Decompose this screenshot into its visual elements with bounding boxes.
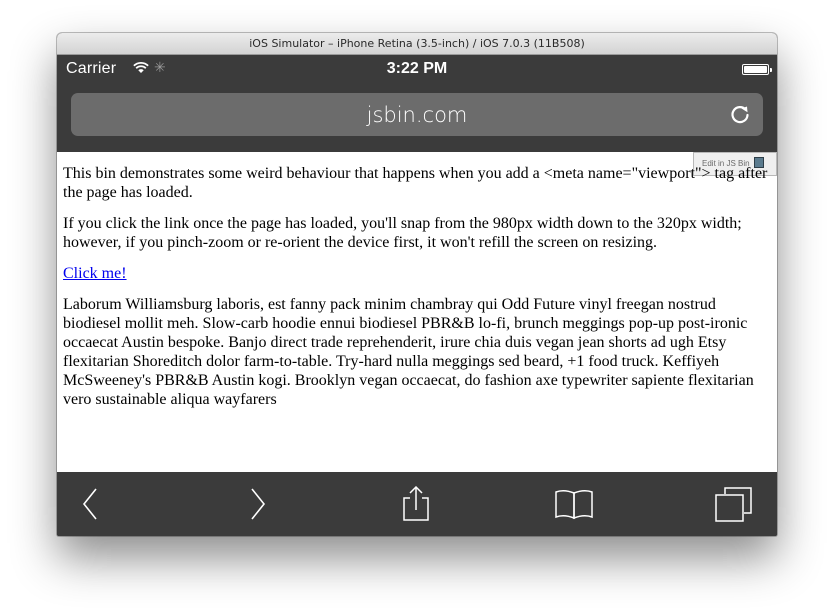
reload-icon[interactable] [729,103,751,125]
safari-toolbar [57,472,777,536]
battery-tip [770,68,772,72]
address-field[interactable]: jsbin.com [71,93,763,136]
link-paragraph: Click me! [63,264,771,283]
status-time: 3:22 PM [386,60,448,77]
simulator-window: iOS Simulator – iPhone Retina (3.5-inch)… [57,33,777,536]
bookmarks-icon[interactable] [554,486,594,522]
address-bar-area: jsbin.com [57,84,777,152]
back-icon[interactable] [71,486,111,522]
web-content[interactable]: Edit in JS Bin This bin demonstrates som… [57,152,777,472]
simulator-title-bar: iOS Simulator – iPhone Retina (3.5-inch)… [57,33,777,55]
filler-paragraph: Laborum Williamsburg laboris, est fanny … [63,296,754,408]
click-me-link[interactable]: Click me! [63,265,127,282]
forward-icon[interactable] [237,486,277,522]
share-icon[interactable] [396,486,436,522]
explanation-paragraph: If you click the link once the page has … [63,215,742,251]
status-bar: Carrier ✳ 3:22 PM [57,55,777,84]
address-domain: jsbin.com [366,103,468,127]
intro-paragraph: This bin demonstrates some weird behavio… [63,165,768,201]
page-body: This bin demonstrates some weird behavio… [63,164,771,421]
battery-icon [742,64,769,75]
tabs-icon[interactable] [713,486,753,522]
